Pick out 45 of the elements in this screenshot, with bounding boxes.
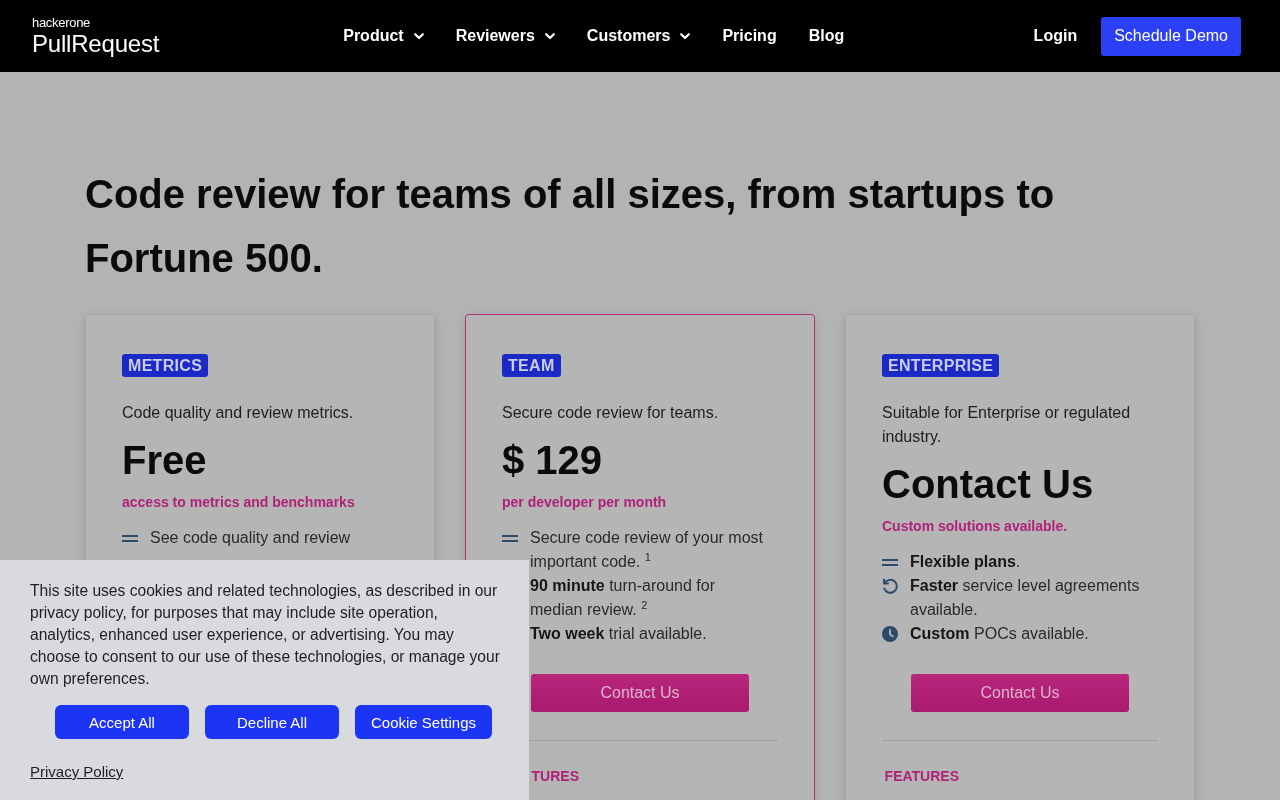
plan-price: Contact Us [882, 461, 1095, 508]
price-note: Custom solutions available. [882, 517, 1069, 536]
cookie-consent-button[interactable]: Accept All [55, 705, 189, 739]
login-link[interactable]: Login [1033, 27, 1078, 45]
chevron-down-icon [680, 32, 691, 40]
cookie-consent-button[interactable]: Decline All [205, 705, 339, 739]
cookie-consent-button[interactable]: Cookie Settings [355, 705, 493, 739]
plan-description: Code quality and review metrics. [122, 403, 355, 423]
nav-link[interactable]: Pricing [722, 27, 777, 45]
page-heading: Code review for teams of all sizes, from startups to Fortune 500. [85, 171, 1056, 282]
features-heading: TURES [531, 767, 579, 785]
chevron-down-icon [413, 32, 424, 40]
features-heading: FEATURES [884, 767, 959, 785]
price-note: access to metrics and benchmarks [122, 493, 356, 512]
double-line-icon [502, 534, 518, 542]
feature-text: Custom POCs available. [910, 624, 1089, 644]
plan-badge: ENTERPRISE [882, 354, 1000, 377]
double-line-icon [122, 534, 138, 542]
price-note: per developer per month [502, 493, 668, 512]
plan-description: Secure code review for teams. [502, 403, 720, 423]
plan-badge: METRICS [122, 354, 209, 377]
plan-price: $ 129 [502, 437, 604, 484]
contact-us-button[interactable]: Contact Us [531, 674, 749, 712]
chevron-down-icon [544, 32, 555, 40]
nav-link[interactable]: Blog [808, 27, 845, 45]
double-line-icon [882, 558, 898, 566]
feature-text: Two week trial available. [530, 624, 707, 644]
feature-text: Secure code review of your most important code. $^{1}$ [530, 528, 764, 572]
feature-text: Flexible plans. [910, 552, 1021, 572]
feature-text: Faster service level agreements available. [910, 576, 1141, 620]
logo-link[interactable]: hackerone PullRequest [32, 15, 160, 57]
privacy-policy-link[interactable]: Privacy Policy [30, 761, 124, 783]
nav-link[interactable]: Customers [586, 27, 691, 45]
contact-us-button[interactable]: Contact Us [911, 674, 1129, 712]
nav-link[interactable]: Product [343, 27, 424, 45]
nav-link[interactable]: Reviewers [455, 27, 555, 45]
schedule-demo-button[interactable]: Schedule Demo [1101, 16, 1241, 56]
rotate-left-icon [882, 578, 898, 594]
plan-description: Suitable for Enterprise or regulated industry. [882, 403, 1132, 447]
plan-price: Free [122, 437, 208, 484]
feature-text: 90 minute turn-around for median review. $^{2}$ [530, 576, 716, 620]
clock-icon [882, 626, 898, 642]
cookie-notice-text: This site uses cookies and related technologies, as described in our privacy policy, for purposes that may include site operation, analytics, enhanced user experience, or advertising. You may choose to consent to our use of these technologies, or manage your own preferences. [30, 581, 500, 689]
plan-badge: TEAM [502, 354, 561, 377]
feature-text: See code quality and review [150, 528, 351, 548]
